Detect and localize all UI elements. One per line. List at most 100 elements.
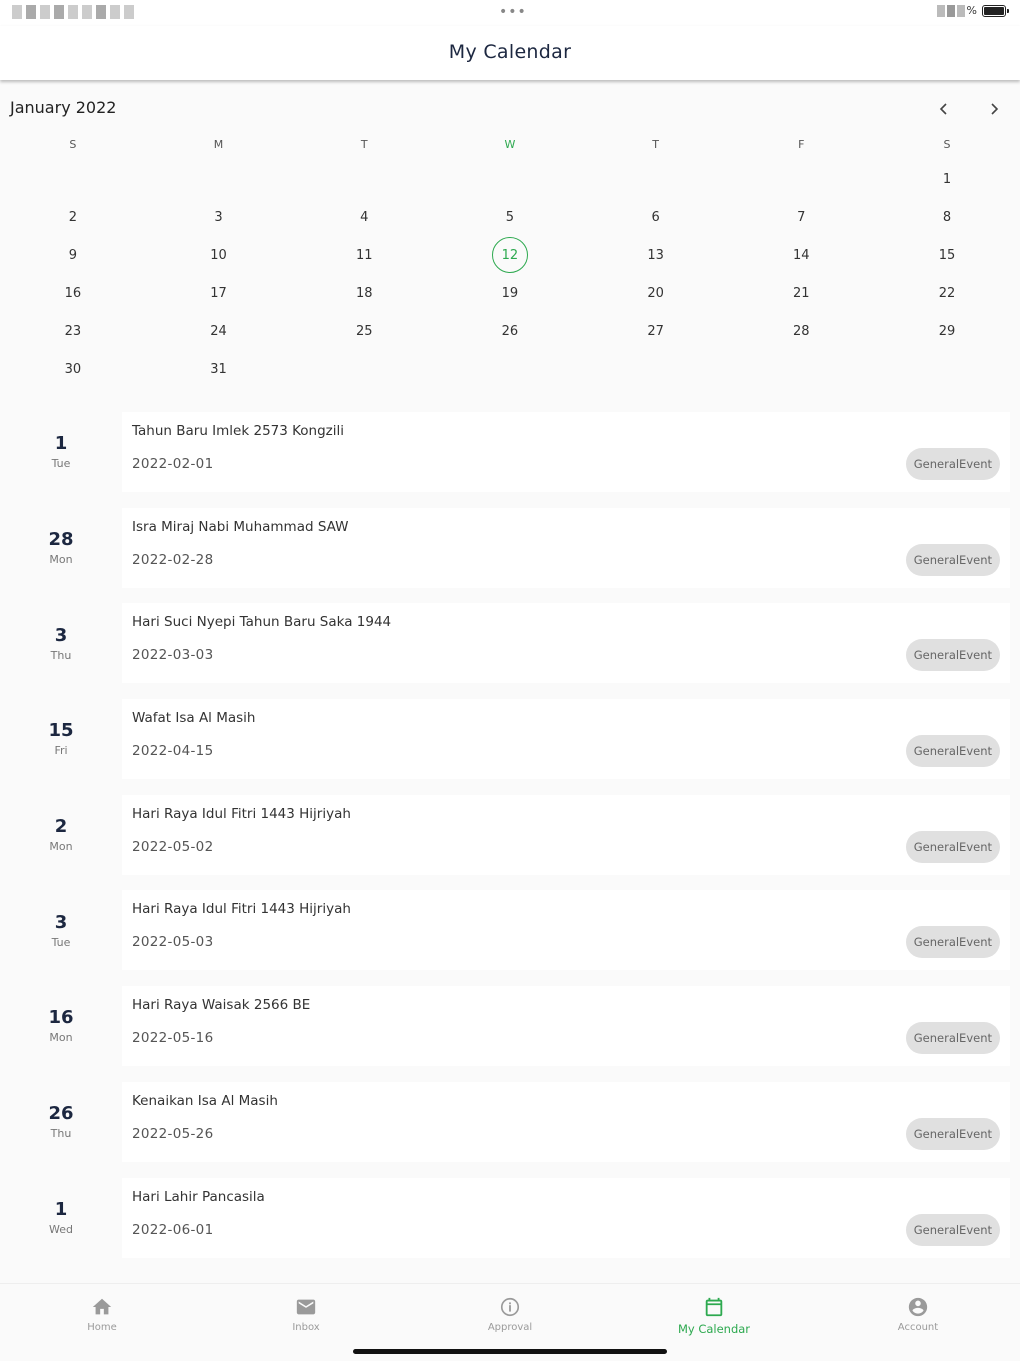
calendar-empty-cell [437, 160, 583, 198]
event-date-column: 26 Thu [0, 1082, 122, 1178]
event-title: Kenaikan Isa Al Masih [132, 1092, 278, 1109]
calendar-day[interactable]: 9 [0, 236, 146, 274]
calendar-empty-cell [583, 350, 729, 388]
calendar-empty-cell [291, 350, 437, 388]
calendar-day[interactable]: 22 [874, 274, 1020, 312]
calendar-day[interactable]: 23 [0, 312, 146, 350]
tab-account[interactable]: Account [816, 1284, 1020, 1361]
calendar-week: 2345678 [0, 198, 1020, 236]
event-row[interactable]: 28 Mon Isra Miraj Nabi Muhammad SAW 2022-02… [0, 507, 1020, 604]
calendar-day[interactable]: 14 [728, 236, 874, 274]
calendar-day[interactable]: 8 [874, 198, 1020, 236]
event-weekday: Mon [49, 553, 73, 567]
event-card[interactable]: Hari Lahir Pancasila 2022-06-01 GeneralEve… [122, 1177, 1010, 1258]
calendar-day[interactable]: 19 [437, 274, 583, 312]
calendar-day[interactable]: 18 [291, 274, 437, 312]
event-day-number: 16 [48, 1007, 74, 1029]
calendar-day[interactable]: 11 [291, 236, 437, 274]
calendar-week: 23 24 25 26 27 28 29 [0, 312, 1020, 350]
weekday-label: W [504, 137, 516, 151]
next-month-button[interactable] [982, 97, 1006, 121]
calendar-day[interactable]: 17 [146, 274, 292, 312]
today-day-number: 12 [491, 237, 528, 273]
event-day-number: 3 [54, 624, 68, 646]
weekday-label: F [798, 137, 805, 151]
event-type-badge: GeneralEvent [905, 1213, 1000, 1246]
calendar-day[interactable]: 21 [728, 274, 874, 312]
event-card[interactable]: Hari Suci Nyepi Tahun Baru Saka 1944 2022… [122, 603, 1010, 684]
event-weekday: Mon [49, 840, 73, 854]
weekday-label: M [213, 137, 224, 151]
calendar-day[interactable]: 28 [728, 312, 874, 350]
calendar-day[interactable]: 7 [728, 198, 874, 236]
calendar-day[interactable]: 29 [874, 312, 1020, 350]
calendar-day[interactable]: 31 [146, 350, 292, 388]
calendar-day[interactable]: 4 [291, 198, 437, 236]
calendar-day[interactable]: 24 [146, 312, 292, 350]
calendar-day[interactable]: 26 [437, 312, 583, 350]
event-type-badge: GeneralEvent [905, 926, 1000, 959]
event-row[interactable]: 2 Mon Hari Raya Idul Fitri 1443 Hijriyah 20… [0, 794, 1020, 891]
event-row[interactable]: 1 Wed Hari Lahir Pancasila 2022-06-01 Genera… [0, 1177, 1020, 1274]
app-header: My Calendar [0, 26, 1020, 80]
status-bar: ••• % [0, 0, 1020, 26]
calendar-icon [705, 1297, 723, 1317]
battery-icon [982, 4, 1009, 17]
tab-label: My Calendar [677, 1322, 751, 1336]
calendar-day-today[interactable]: 12 [437, 236, 583, 274]
event-date: 2022-04-15 [132, 743, 214, 760]
tab-home[interactable]: Home [0, 1284, 204, 1361]
event-card[interactable]: Hari Raya Idul Fitri 1443 Hijriyah 2022-0… [122, 794, 1010, 875]
event-card[interactable]: Isra Miraj Nabi Muhammad SAW 2022-02-28 Ge… [122, 507, 1010, 588]
calendar-day[interactable]: 5 [437, 198, 583, 236]
event-weekday: Mon [49, 1031, 73, 1045]
calendar-day[interactable]: 1 [874, 160, 1020, 198]
status-indicators: % [936, 4, 1009, 17]
calendar-grid: S M T W T F S 1 2 3 4 5 6 7 8 9 10 11 12 13 14 15 16 17 18 19 20 21… [0, 128, 1020, 388]
event-row[interactable]: 1 Tue Tahun Baru Imlek 2573 Kongzili 2022-0… [0, 412, 1020, 508]
weekday-label: T [652, 137, 659, 151]
event-row[interactable]: 15 Fri Wafat Isa Al Masih 2022-04-15 General… [0, 699, 1020, 795]
previous-month-button[interactable] [932, 97, 956, 121]
event-row[interactable]: 3 Thu Hari Suci Nyepi Tahun Baru Saka 1944… [0, 603, 1020, 699]
event-day-number: 26 [48, 1103, 74, 1125]
event-day-number: 1 [54, 433, 68, 455]
tab-label: Approval [487, 1322, 533, 1333]
calendar-day[interactable]: 13 [583, 236, 729, 274]
event-type-badge: GeneralEvent [905, 735, 1000, 768]
more-dots-icon: ••• [499, 4, 527, 20]
calendar-day[interactable]: 6 [583, 198, 729, 236]
event-row[interactable]: 16 Mon Hari Raya Waisak 2566 BE 2022-05-16 G… [0, 986, 1020, 1082]
event-date: 2022-05-02 [132, 838, 214, 855]
event-row[interactable]: 26 Thu Kenaikan Isa Al Masih 2022-05-26 Gene… [0, 1081, 1020, 1178]
page-title: My Calendar [448, 41, 572, 63]
event-card[interactable]: Tahun Baru Imlek 2573 Kongzili 2022-02-01… [122, 412, 1010, 492]
calendar-day[interactable]: 27 [583, 312, 729, 350]
event-card[interactable]: Hari Raya Waisak 2566 BE 2022-05-16 Genera… [122, 986, 1010, 1067]
event-date: 2022-05-26 [132, 1125, 214, 1142]
calendar-empty-cell [0, 160, 146, 198]
calendar-day[interactable]: 10 [146, 236, 292, 274]
event-card[interactable]: Hari Raya Idul Fitri 1443 Hijriyah 2022-0… [122, 890, 1010, 971]
calendar-day[interactable]: 2 [0, 198, 146, 236]
calendar-day[interactable]: 30 [0, 350, 146, 388]
event-row[interactable]: 3 Tue Hari Raya Idul Fitri 1443 Hijriyah 20… [0, 890, 1020, 986]
calendar-week: 30 31 [0, 350, 1020, 388]
calendar-day[interactable]: 16 [0, 274, 146, 312]
event-title: Wafat Isa Al Masih [132, 710, 256, 727]
info-icon [500, 1297, 520, 1317]
calendar-day[interactable]: 20 [583, 274, 729, 312]
event-type-badge: GeneralEvent [905, 830, 1000, 863]
weekday-label: S [943, 137, 951, 151]
calendar-empty-cell [728, 350, 874, 388]
event-card[interactable]: Kenaikan Isa Al Masih 2022-05-26 GeneralEv… [122, 1081, 1010, 1162]
event-card[interactable]: Wafat Isa Al Masih 2022-04-15 GeneralEvent [122, 699, 1010, 780]
calendar-day[interactable]: 15 [874, 236, 1020, 274]
calendar-day[interactable]: 3 [146, 198, 292, 236]
calendar-day[interactable]: 25 [291, 312, 437, 350]
event-date-column: 1 Tue [0, 412, 122, 508]
calendar-empty-cell [291, 160, 437, 198]
event-type-badge: GeneralEvent [905, 543, 1000, 576]
calendar-empty-cell [146, 160, 292, 198]
event-type-badge: GeneralEvent [905, 1117, 1000, 1150]
